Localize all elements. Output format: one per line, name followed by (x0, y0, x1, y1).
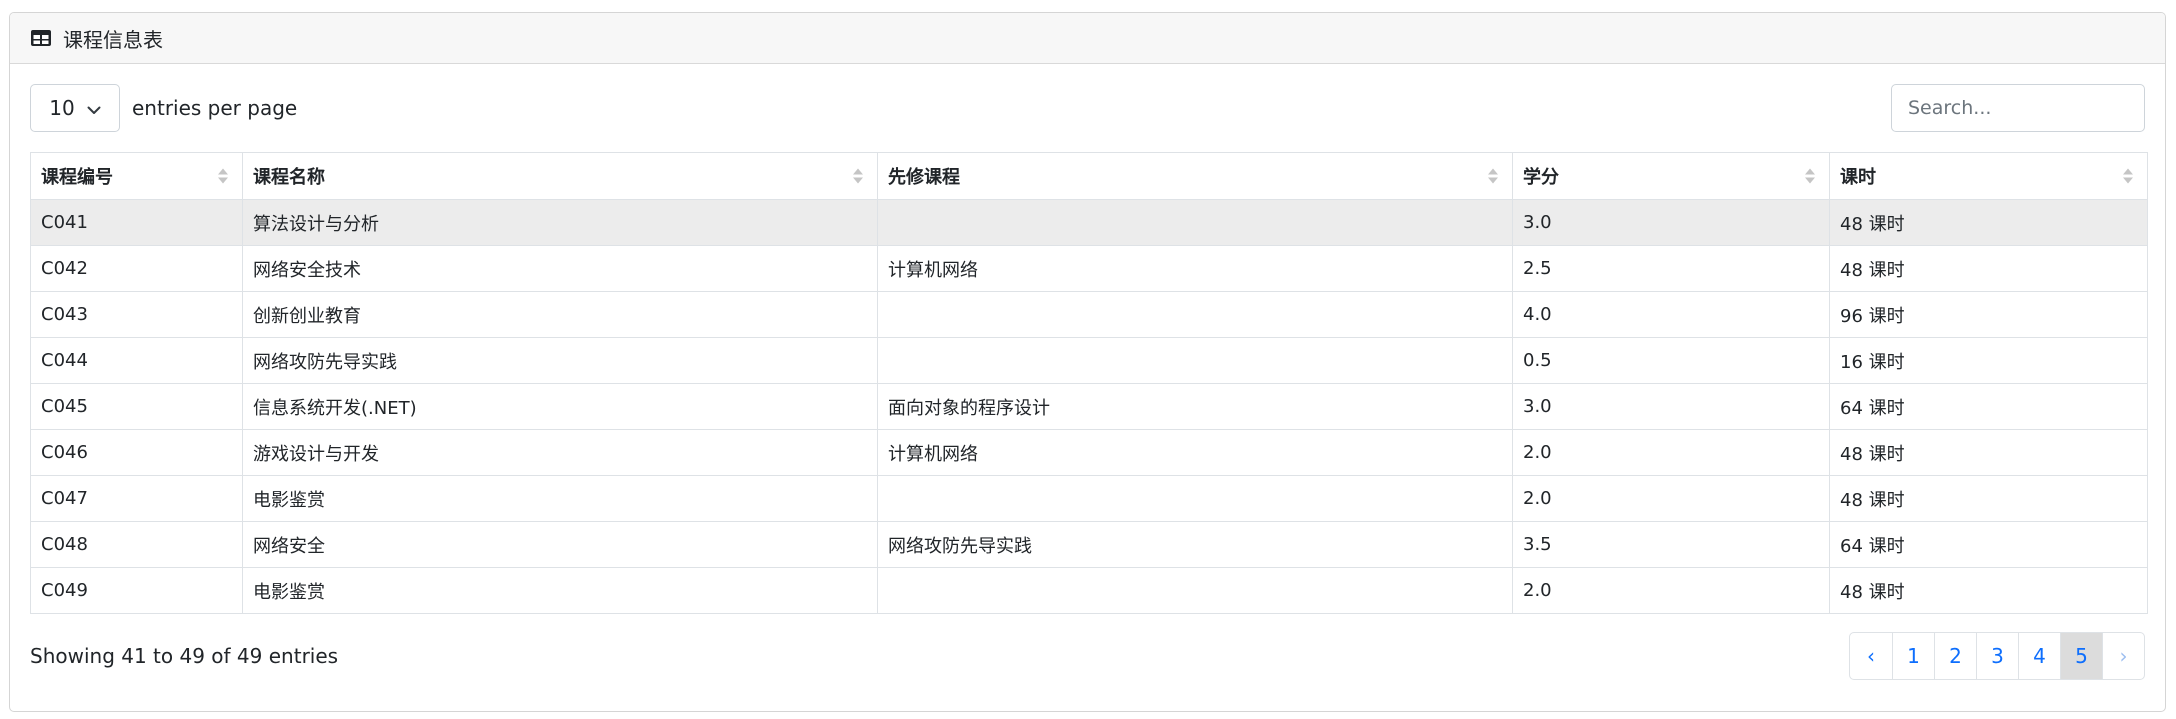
cell-course-id: C044 (30, 337, 243, 384)
pagination-page-1[interactable]: 1 (1892, 633, 1934, 679)
cell-hours: 96 课时 (1829, 291, 2148, 338)
sort-icon (218, 168, 228, 184)
cell-prerequisite: 网络攻防先导实践 (877, 521, 1513, 568)
cell-hours: 48 课时 (1829, 567, 2148, 614)
column-header-label: 课程编号 (41, 167, 113, 188)
cell-hours: 64 课时 (1829, 521, 2148, 568)
cell-course-name: 电影鉴赏 (242, 475, 878, 522)
cell-course-name: 电影鉴赏 (242, 567, 878, 614)
cell-course-id: C043 (30, 291, 243, 338)
cell-hours: 48 课时 (1829, 475, 2148, 522)
sort-icon (1488, 168, 1498, 184)
pagination-page-5-current[interactable]: 5 (2060, 633, 2102, 679)
pagination-page-2[interactable]: 2 (1934, 633, 1976, 679)
table-row[interactable]: C049 电影鉴赏 2.0 48 课时 (30, 567, 2148, 614)
course-info-card: 课程信息表 10 entries per page Search... 课程编号… (9, 12, 2166, 712)
cell-course-id: C048 (30, 521, 243, 568)
cell-course-name: 网络攻防先导实践 (242, 337, 878, 384)
cell-hours: 48 课时 (1829, 245, 2148, 292)
cell-course-id: C041 (30, 199, 243, 246)
card-header: 课程信息表 (10, 13, 2165, 64)
table-controls-top: 10 entries per page (30, 64, 2145, 152)
table-header-row: 课程编号 课程名称 先修课程 学分 课时 (30, 152, 2148, 200)
search-input[interactable] (1891, 84, 2145, 132)
cell-hours: 48 课时 (1829, 199, 2148, 246)
page-length-control: 10 entries per page (30, 84, 297, 132)
sort-icon (853, 168, 863, 184)
table-row[interactable]: C041 算法设计与分析 3.0 48 课时 (30, 199, 2148, 246)
page-title: 课程信息表 (63, 27, 163, 52)
column-header-prerequisite[interactable]: 先修课程 (877, 152, 1513, 200)
cell-course-name: 网络安全 (242, 521, 878, 568)
cell-credits: 2.0 (1512, 475, 1830, 522)
cell-credits: 3.0 (1512, 383, 1830, 430)
cell-credits: 2.0 (1512, 567, 1830, 614)
column-header-label: 先修课程 (888, 167, 960, 188)
page-length-label: entries per page (132, 96, 298, 120)
cell-prerequisite (877, 199, 1513, 246)
column-header-label: 学分 (1523, 167, 1559, 188)
entries-info: Showing 41 to 49 of 49 entries (30, 644, 339, 668)
cell-credits: 2.0 (1512, 429, 1830, 476)
cell-credits: 2.5 (1512, 245, 1830, 292)
page-length-select[interactable]: 10 (30, 84, 120, 132)
table-controls-bottom: Showing 41 to 49 of 49 entries ‹ 1 2 3 4… (30, 614, 2145, 698)
column-header-label: 课程名称 (253, 167, 325, 188)
table-row[interactable]: C047 电影鉴赏 2.0 48 课时 (30, 475, 2148, 522)
table-row[interactable]: C044 网络攻防先导实践 0.5 16 课时 (30, 337, 2148, 384)
table-row[interactable]: C048 网络安全 网络攻防先导实践 3.5 64 课时 (30, 521, 2148, 568)
cell-hours: 64 课时 (1829, 383, 2148, 430)
cell-course-name: 信息系统开发(.NET) (242, 383, 878, 430)
page-length-value: 10 (49, 96, 75, 120)
cell-course-id: C045 (30, 383, 243, 430)
cell-course-id: C042 (30, 245, 243, 292)
cell-course-id: C049 (30, 567, 243, 614)
table-row[interactable]: C046 游戏设计与开发 计算机网络 2.0 48 课时 (30, 429, 2148, 476)
cell-prerequisite (877, 567, 1513, 614)
table-row[interactable]: C043 创新创业教育 4.0 96 课时 (30, 291, 2148, 338)
cell-credits: 0.5 (1512, 337, 1830, 384)
column-header-hours[interactable]: 课时 (1829, 152, 2148, 200)
cell-credits: 3.5 (1512, 521, 1830, 568)
cell-course-name: 算法设计与分析 (242, 199, 878, 246)
pagination-next-button[interactable]: › (2102, 633, 2144, 679)
pagination-prev-button[interactable]: ‹ (1850, 633, 1892, 679)
chevron-down-icon (87, 96, 101, 120)
table-row[interactable]: C042 网络安全技术 计算机网络 2.5 48 课时 (30, 245, 2148, 292)
cell-prerequisite: 面向对象的程序设计 (877, 383, 1513, 430)
column-header-credits[interactable]: 学分 (1512, 152, 1830, 200)
cell-credits: 4.0 (1512, 291, 1830, 338)
pagination-page-3[interactable]: 3 (1976, 633, 2018, 679)
pagination: ‹ 1 2 3 4 5 › (1849, 632, 2145, 680)
cell-course-id: C046 (30, 429, 243, 476)
table-icon (30, 27, 52, 49)
cell-hours: 16 课时 (1829, 337, 2148, 384)
column-header-course-name[interactable]: 课程名称 (242, 152, 878, 200)
card-body: 10 entries per page Search... 课程编号 课程名称 … (10, 64, 2165, 698)
cell-prerequisite: 计算机网络 (877, 245, 1513, 292)
course-table: 课程编号 课程名称 先修课程 学分 课时 C041 算法设计与分析 3.0 48… (30, 152, 2148, 614)
column-header-label: 课时 (1840, 167, 1876, 188)
pagination-page-4[interactable]: 4 (2018, 633, 2060, 679)
cell-prerequisite (877, 291, 1513, 338)
cell-prerequisite (877, 337, 1513, 384)
cell-course-name: 游戏设计与开发 (242, 429, 878, 476)
table-row[interactable]: C045 信息系统开发(.NET) 面向对象的程序设计 3.0 64 课时 (30, 383, 2148, 430)
cell-prerequisite (877, 475, 1513, 522)
cell-prerequisite: 计算机网络 (877, 429, 1513, 476)
cell-course-name: 网络安全技术 (242, 245, 878, 292)
cell-hours: 48 课时 (1829, 429, 2148, 476)
cell-course-name: 创新创业教育 (242, 291, 878, 338)
sort-icon (1805, 168, 1815, 184)
column-header-course-id[interactable]: 课程编号 (30, 152, 243, 200)
cell-course-id: C047 (30, 475, 243, 522)
sort-icon (2123, 168, 2133, 184)
cell-credits: 3.0 (1512, 199, 1830, 246)
